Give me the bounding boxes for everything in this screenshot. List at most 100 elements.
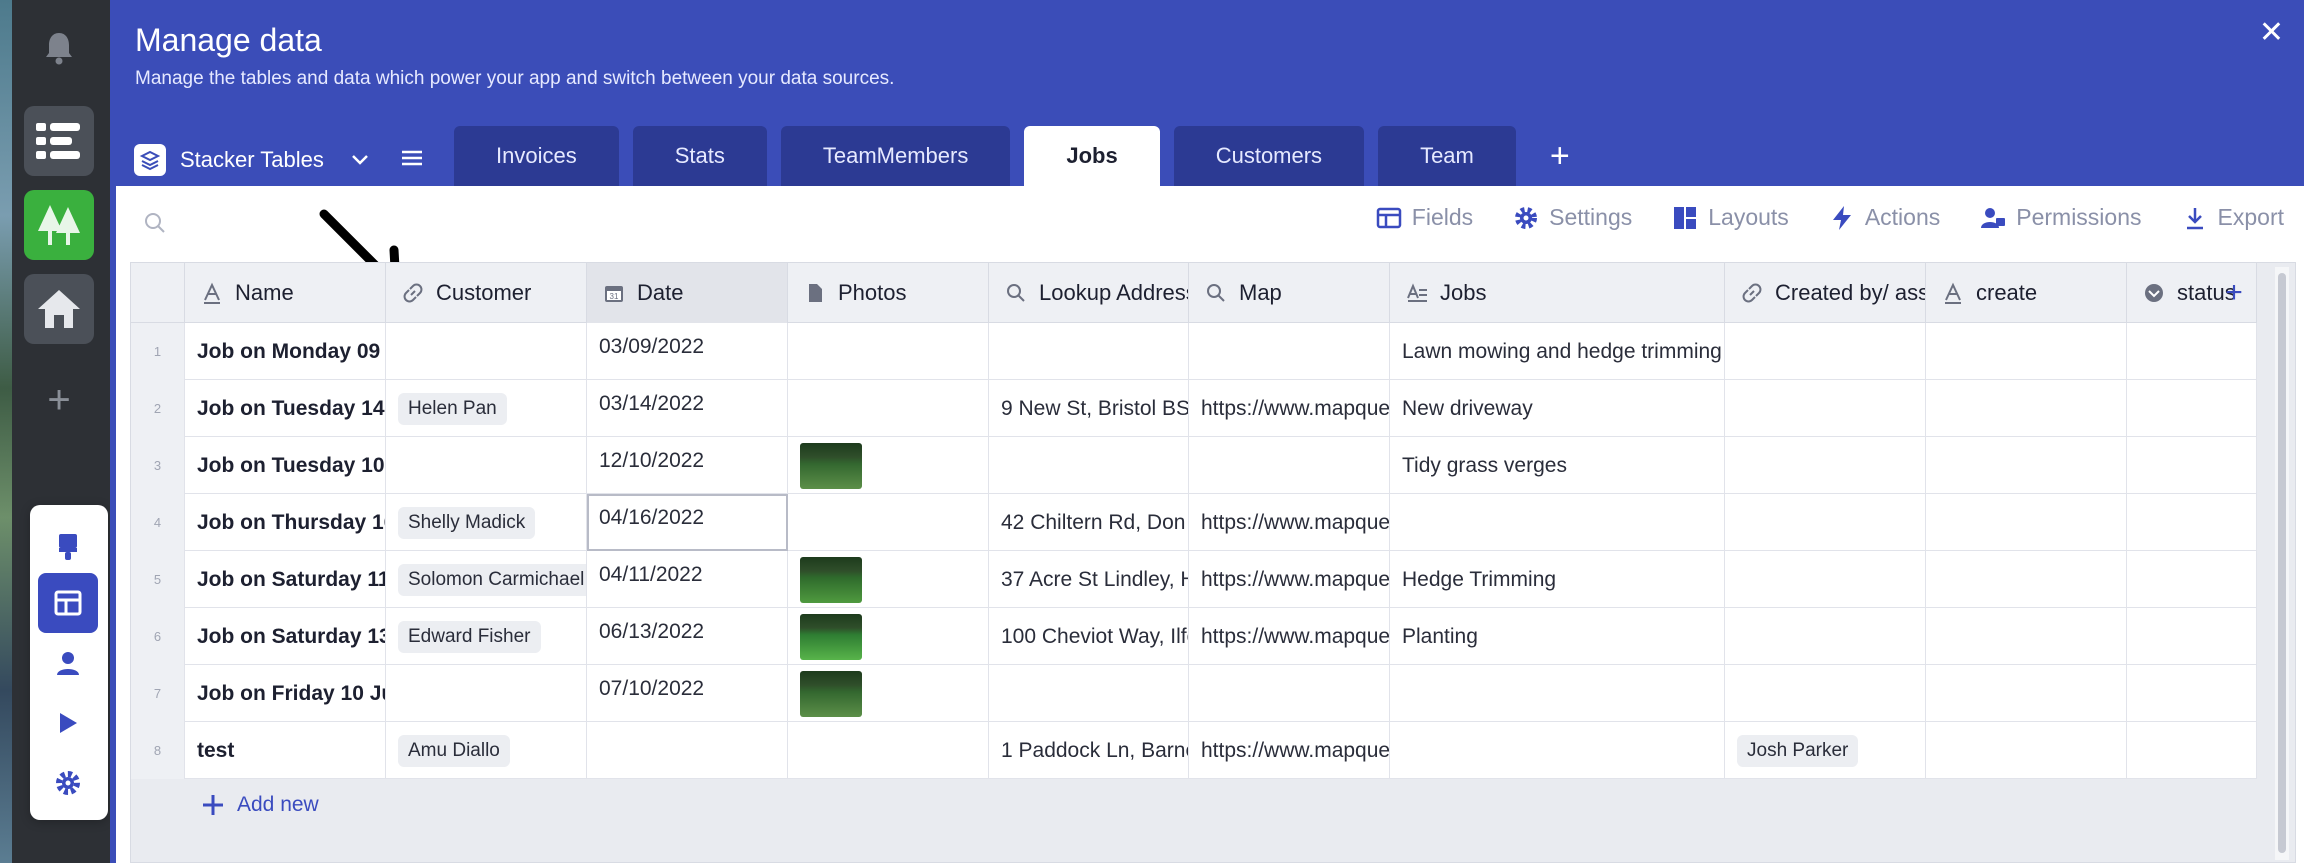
- cell-jobs[interactable]: Hedge Trimming: [1390, 551, 1725, 608]
- cell-name[interactable]: Job on Friday 10 Ju: [185, 665, 386, 722]
- trees-app-icon[interactable]: [24, 190, 94, 260]
- cell-date[interactable]: 03/14/2022: [587, 380, 788, 437]
- add-new-button[interactable]: Add new: [201, 793, 319, 817]
- cell-lookup-address[interactable]: [989, 437, 1189, 494]
- cell-map[interactable]: https://www.mapquest: [1189, 494, 1390, 551]
- cell-create[interactable]: [1926, 437, 2127, 494]
- cell-date[interactable]: 06/13/2022: [587, 608, 788, 665]
- cell-name[interactable]: Job on Tuesday 10: [185, 437, 386, 494]
- cell-jobs[interactable]: New driveway: [1390, 380, 1725, 437]
- cell-photos[interactable]: [788, 437, 989, 494]
- cell-photos[interactable]: [788, 608, 989, 665]
- settings-button[interactable]: Settings: [1513, 204, 1632, 231]
- cell-map[interactable]: https://www.mapquest: [1189, 722, 1390, 779]
- cell-photos[interactable]: [788, 323, 989, 380]
- column-header-name[interactable]: Name: [185, 263, 386, 323]
- column-header-photos[interactable]: Photos: [788, 263, 989, 323]
- cell-lookup-address[interactable]: 9 New St, Bristol BS: [989, 380, 1189, 437]
- cell-customer[interactable]: Shelly Madick: [386, 494, 587, 551]
- search-icon[interactable]: [144, 212, 166, 234]
- column-header-jobs[interactable]: Jobs: [1390, 263, 1725, 323]
- cell-status[interactable]: [2127, 551, 2257, 608]
- cell-map[interactable]: [1189, 665, 1390, 722]
- cell-status[interactable]: [2127, 608, 2257, 665]
- cell-jobs[interactable]: Lawn mowing and hedge trimming: [1390, 323, 1725, 380]
- photo-thumbnail[interactable]: [800, 442, 862, 489]
- cell-lookup-address[interactable]: 100 Cheviot Way, Ilfo: [989, 608, 1189, 665]
- cell-status[interactable]: [2127, 722, 2257, 779]
- app-list-icon[interactable]: [24, 106, 94, 176]
- cell-date[interactable]: [587, 722, 788, 779]
- cell-customer[interactable]: [386, 437, 587, 494]
- cell-created-by[interactable]: [1725, 608, 1926, 665]
- customer-chip[interactable]: Helen Pan: [398, 392, 507, 425]
- fields-button[interactable]: Fields: [1376, 204, 1473, 231]
- theme-brush-icon[interactable]: [38, 517, 98, 577]
- cell-lookup-address[interactable]: 1 Paddock Ln, Barne: [989, 722, 1189, 779]
- add-table-button[interactable]: +: [1530, 126, 1590, 186]
- cell-date[interactable]: 07/10/2022: [587, 665, 788, 722]
- cell-photos[interactable]: [788, 380, 989, 437]
- cell-jobs[interactable]: Planting: [1390, 608, 1725, 665]
- cell-lookup-address[interactable]: [989, 665, 1189, 722]
- cell-jobs[interactable]: [1390, 665, 1725, 722]
- cell-create[interactable]: [1926, 722, 2127, 779]
- cell-created-by[interactable]: Josh Parker: [1725, 722, 1926, 779]
- customer-chip[interactable]: Edward Fisher: [398, 620, 541, 653]
- cell-photos[interactable]: [788, 722, 989, 779]
- tab-team[interactable]: Team: [1378, 126, 1516, 186]
- cell-name[interactable]: test: [185, 722, 386, 779]
- photo-thumbnail[interactable]: [800, 556, 862, 603]
- tab-invoices[interactable]: Invoices: [454, 126, 619, 186]
- cell-status[interactable]: [2127, 380, 2257, 437]
- home-app-icon[interactable]: [24, 274, 94, 344]
- cell-photos[interactable]: [788, 665, 989, 722]
- data-source-selector[interactable]: Stacker Tables: [134, 140, 370, 180]
- cell-date[interactable]: 04/11/2022: [587, 551, 788, 608]
- cell-customer[interactable]: Helen Pan: [386, 380, 587, 437]
- cell-lookup-address[interactable]: 37 Acre St Lindley, H: [989, 551, 1189, 608]
- cell-created-by[interactable]: [1725, 437, 1926, 494]
- tab-jobs[interactable]: Jobs: [1024, 126, 1160, 186]
- cell-customer[interactable]: Amu Diallo: [386, 722, 587, 779]
- cell-date[interactable]: 12/10/2022: [587, 437, 788, 494]
- user-icon[interactable]: [38, 633, 98, 693]
- table-row[interactable]: 8 test Amu Diallo 1 Paddock Ln, Barne https:…: [131, 722, 2257, 779]
- table-row[interactable]: 5 Job on Saturday 11 Solomon Carmichael 04/…: [131, 551, 2257, 608]
- cell-name[interactable]: Job on Thursday 16: [185, 494, 386, 551]
- cell-photos[interactable]: [788, 494, 989, 551]
- cell-name[interactable]: Job on Monday 09: [185, 323, 386, 380]
- cell-customer[interactable]: Edward Fisher: [386, 608, 587, 665]
- cell-create[interactable]: [1926, 551, 2127, 608]
- table-row[interactable]: 2 Job on Tuesday 14 ... Helen Pan 03/14/202…: [131, 380, 2257, 437]
- gear-icon[interactable]: [38, 753, 98, 813]
- close-button[interactable]: ✕: [2259, 18, 2284, 48]
- cell-map[interactable]: https://www.mapquest: [1189, 551, 1390, 608]
- customer-chip[interactable]: Shelly Madick: [398, 506, 536, 539]
- cell-lookup-address[interactable]: [989, 323, 1189, 380]
- column-header-map[interactable]: Map: [1189, 263, 1390, 323]
- column-header-create[interactable]: create: [1926, 263, 2127, 323]
- bell-icon[interactable]: [24, 18, 94, 78]
- cell-create[interactable]: [1926, 665, 2127, 722]
- cell-lookup-address[interactable]: 42 Chiltern Rd, Don: [989, 494, 1189, 551]
- cell-created-by[interactable]: [1725, 323, 1926, 380]
- table-row[interactable]: 6 Job on Saturday 13 Edward Fisher 06/13/20…: [131, 608, 2257, 665]
- data-table-icon[interactable]: [38, 573, 98, 633]
- vertical-scrollbar[interactable]: [2275, 267, 2289, 860]
- column-header-customer[interactable]: Customer: [386, 263, 587, 323]
- cell-create[interactable]: [1926, 494, 2127, 551]
- add-column-button[interactable]: +: [2209, 263, 2259, 323]
- cell-photos[interactable]: [788, 551, 989, 608]
- layouts-button[interactable]: Layouts: [1672, 204, 1789, 231]
- actions-button[interactable]: Actions: [1829, 204, 1940, 231]
- export-button[interactable]: Export: [2182, 204, 2284, 231]
- cell-map[interactable]: [1189, 323, 1390, 380]
- cell-date[interactable]: 03/09/2022: [587, 323, 788, 380]
- cell-name[interactable]: Job on Tuesday 14 ...: [185, 380, 386, 437]
- table-row[interactable]: 1 Job on Monday 09 03/09/2022 Lawn mowing a…: [131, 323, 2257, 380]
- chevron-down-icon[interactable]: [350, 150, 370, 170]
- cell-map[interactable]: https://www.mapquest: [1189, 380, 1390, 437]
- add-app-icon[interactable]: +: [24, 365, 94, 435]
- cell-map[interactable]: https://www.mapquest: [1189, 608, 1390, 665]
